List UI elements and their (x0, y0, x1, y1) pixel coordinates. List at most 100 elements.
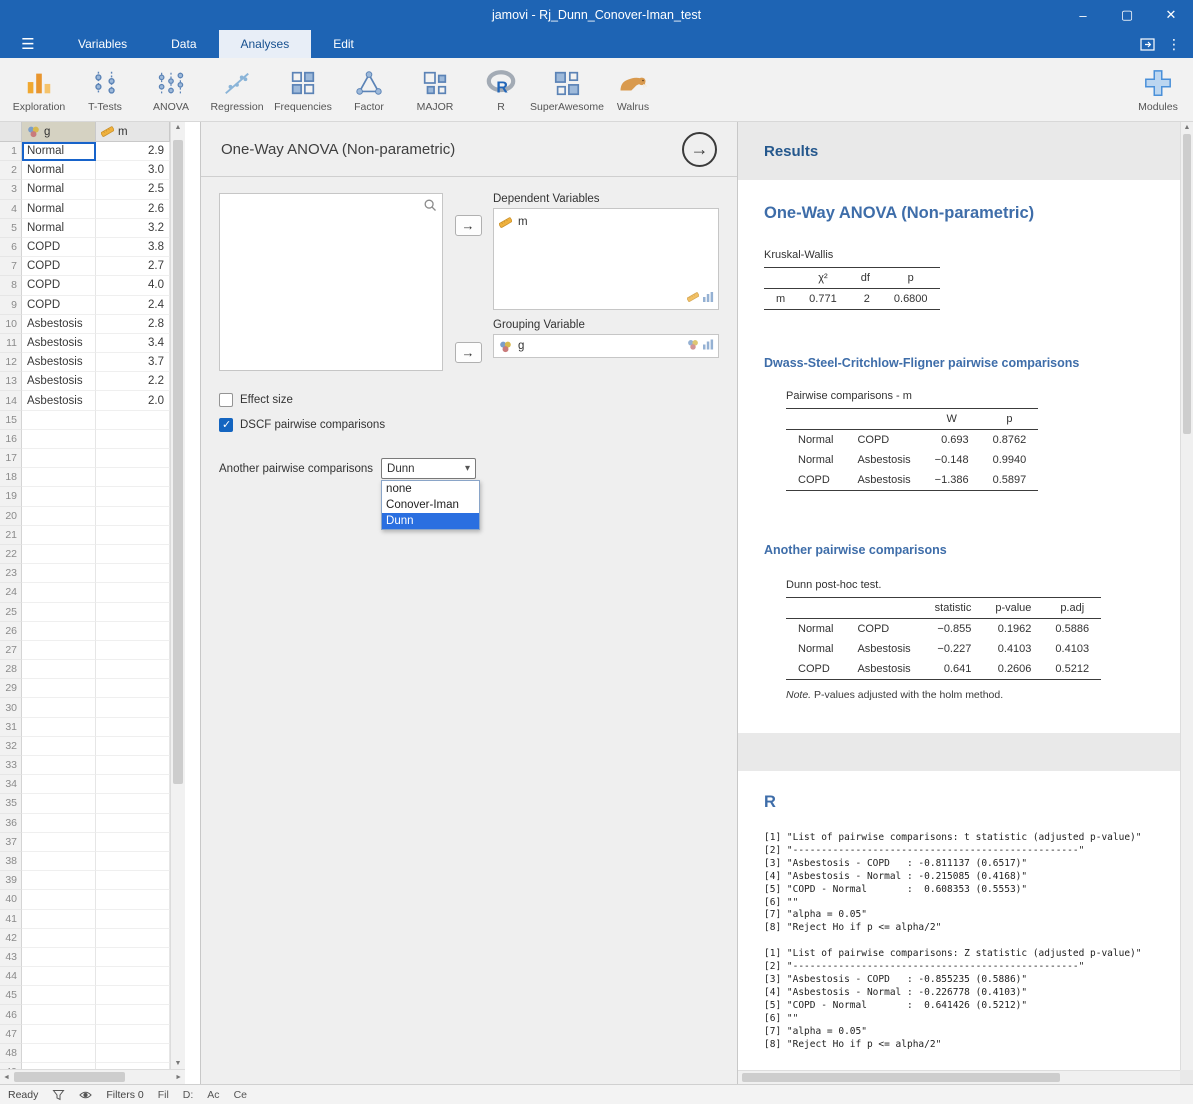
cell-g-37[interactable] (22, 833, 96, 852)
scrollbar-thumb[interactable] (1183, 134, 1191, 434)
panel-splitter[interactable] (185, 122, 200, 1084)
row-number[interactable]: 40 (0, 890, 22, 909)
cell-m-36[interactable] (96, 814, 170, 833)
row-number[interactable]: 46 (0, 1005, 22, 1024)
cell-m-47[interactable] (96, 1025, 170, 1044)
cell-m-23[interactable] (96, 564, 170, 583)
available-variables-box[interactable] (219, 193, 443, 371)
row-number[interactable]: 31 (0, 718, 22, 737)
ribbon-item-frequencies[interactable]: Frequencies (270, 58, 336, 121)
assign-dependent-button[interactable]: → (455, 215, 482, 236)
row-number[interactable]: 47 (0, 1025, 22, 1044)
row-number[interactable]: 39 (0, 871, 22, 890)
cell-g-23[interactable] (22, 564, 96, 583)
row-number[interactable]: 19 (0, 487, 22, 506)
cell-g-38[interactable] (22, 852, 96, 871)
hamburger-menu-icon[interactable]: ☰ (0, 30, 56, 58)
row-number[interactable]: 13 (0, 372, 22, 391)
cell-g-17[interactable] (22, 449, 96, 468)
cell-m-8[interactable]: 4.0 (96, 276, 170, 295)
ribbon-item-superawesome[interactable]: SuperAwesome (534, 58, 600, 121)
cell-g-3[interactable]: Normal (22, 180, 96, 199)
row-number[interactable]: 15 (0, 411, 22, 430)
cell-g-5[interactable]: Normal (22, 219, 96, 238)
ribbon-item-anova[interactable]: ANOVA (138, 58, 204, 121)
row-number[interactable]: 24 (0, 583, 22, 602)
variable-item-m[interactable]: m (499, 213, 713, 231)
cell-g-43[interactable] (22, 948, 96, 967)
cell-m-46[interactable] (96, 1005, 170, 1024)
cell-m-34[interactable] (96, 775, 170, 794)
column-header-m[interactable]: m (96, 122, 170, 142)
cell-m-15[interactable] (96, 411, 170, 430)
row-number[interactable]: 16 (0, 430, 22, 449)
cell-m-28[interactable] (96, 660, 170, 679)
cell-m-1[interactable]: 2.9 (96, 142, 170, 161)
anova-results-card[interactable]: One-Way ANOVA (Non-parametric) Kruskal-W… (738, 180, 1180, 733)
cell-m-2[interactable]: 3.0 (96, 161, 170, 180)
cell-m-3[interactable]: 2.5 (96, 180, 170, 199)
assign-grouping-button[interactable]: → (455, 342, 482, 363)
cell-m-5[interactable]: 3.2 (96, 219, 170, 238)
cell-m-42[interactable] (96, 929, 170, 948)
cell-g-19[interactable] (22, 487, 96, 506)
cell-m-19[interactable] (96, 487, 170, 506)
cell-g-42[interactable] (22, 929, 96, 948)
row-number[interactable]: 23 (0, 564, 22, 583)
cell-g-4[interactable]: Normal (22, 200, 96, 219)
cell-m-37[interactable] (96, 833, 170, 852)
cell-g-24[interactable] (22, 583, 96, 602)
cell-g-13[interactable]: Asbestosis (22, 372, 96, 391)
pairwise-dropdown[interactable]: Dunn ▾ (381, 458, 476, 479)
cell-m-33[interactable] (96, 756, 170, 775)
row-number[interactable]: 8 (0, 276, 22, 295)
cell-m-4[interactable]: 2.6 (96, 200, 170, 219)
cell-m-48[interactable] (96, 1044, 170, 1063)
cell-g-20[interactable] (22, 507, 96, 526)
ribbon-item-factor[interactable]: Factor (336, 58, 402, 121)
ribbon-item-regression[interactable]: Regression (204, 58, 270, 121)
ribbon-item-exploration[interactable]: Exploration (6, 58, 72, 121)
cell-m-11[interactable]: 3.4 (96, 334, 170, 353)
cell-m-18[interactable] (96, 468, 170, 487)
row-number[interactable]: 21 (0, 526, 22, 545)
cell-g-27[interactable] (22, 641, 96, 660)
cell-m-29[interactable] (96, 679, 170, 698)
cell-g-41[interactable] (22, 910, 96, 929)
grouping-variable-box[interactable]: g (493, 334, 719, 358)
ribbon-item-walrus[interactable]: Walrus (600, 58, 666, 121)
cell-m-22[interactable] (96, 545, 170, 564)
row-number[interactable]: 3 (0, 180, 22, 199)
dropdown-option-conover-iman[interactable]: Conover-Iman (382, 497, 479, 513)
row-number[interactable]: 20 (0, 507, 22, 526)
cell-g-34[interactable] (22, 775, 96, 794)
cell-m-21[interactable] (96, 526, 170, 545)
cell-g-2[interactable]: Normal (22, 161, 96, 180)
cell-g-25[interactable] (22, 603, 96, 622)
cell-m-26[interactable] (96, 622, 170, 641)
eye-icon[interactable] (79, 1089, 92, 1101)
ribbon-item-major[interactable]: MAJOR (402, 58, 468, 121)
variable-item-g[interactable]: g (499, 337, 524, 355)
row-number[interactable]: 45 (0, 986, 22, 1005)
cell-g-31[interactable] (22, 718, 96, 737)
cell-m-41[interactable] (96, 910, 170, 929)
row-number[interactable]: 33 (0, 756, 22, 775)
column-header-g[interactable]: g (22, 122, 96, 142)
cell-m-39[interactable] (96, 871, 170, 890)
maximize-icon[interactable]: ▢ (1105, 0, 1149, 30)
cell-g-1[interactable]: Normal (22, 142, 96, 161)
row-number[interactable]: 44 (0, 967, 22, 986)
cell-g-47[interactable] (22, 1025, 96, 1044)
row-number[interactable]: 22 (0, 545, 22, 564)
row-number[interactable]: 29 (0, 679, 22, 698)
row-number[interactable]: 10 (0, 315, 22, 334)
scrollbar-thumb[interactable] (742, 1073, 1060, 1082)
cell-g-26[interactable] (22, 622, 96, 641)
cell-g-15[interactable] (22, 411, 96, 430)
row-number[interactable]: 35 (0, 794, 22, 813)
cell-m-31[interactable] (96, 718, 170, 737)
row-number[interactable]: 28 (0, 660, 22, 679)
r-results-card[interactable]: R [1] "List of pairwise comparisons: t s… (738, 771, 1180, 1070)
cell-g-12[interactable]: Asbestosis (22, 353, 96, 372)
